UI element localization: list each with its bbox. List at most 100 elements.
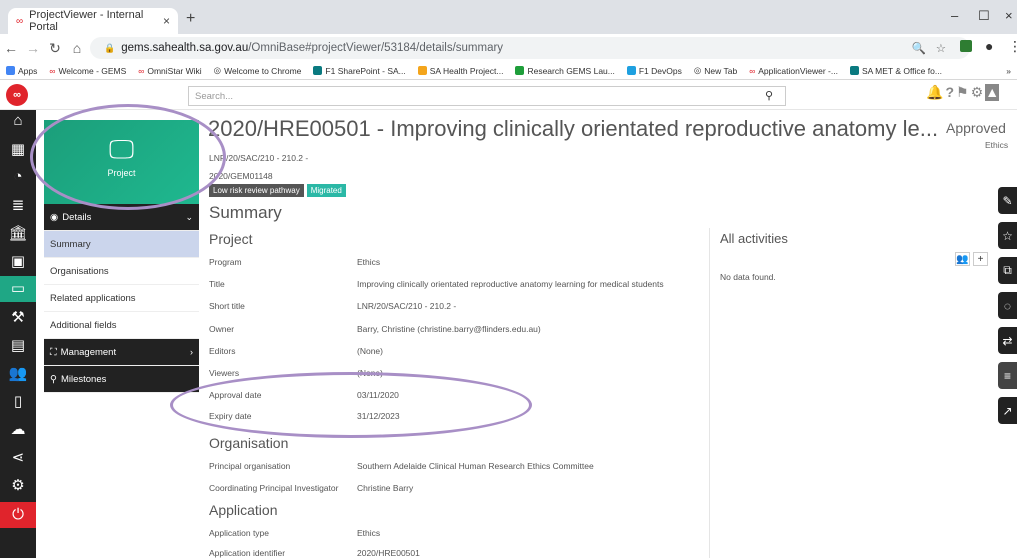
star-float-icon[interactable]: ☆ <box>998 222 1017 249</box>
project-nav-icon[interactable]: ▭ <box>0 276 36 302</box>
menu-related-applications[interactable]: Related applications <box>44 285 199 312</box>
app-logo-icon[interactable]: ∞ <box>6 84 28 106</box>
star-icon[interactable]: ☆ <box>936 41 946 55</box>
menu-milestones[interactable]: ⚲ Milestones <box>44 366 199 393</box>
bookmark-item[interactable]: SA MET & Office fo... <box>844 66 948 76</box>
menu-icon[interactable]: ⋮ <box>1008 38 1017 55</box>
status-sub-label: Ethics <box>985 140 1009 150</box>
home-nav-icon[interactable]: ⌂ <box>0 112 36 129</box>
list-float-icon[interactable]: ≡ <box>998 362 1017 389</box>
browser-toolbar: ← → ↻ ⌂ 🔒 gems.sahealth.sa.gov.au /OmniB… <box>0 34 1017 62</box>
copy-float-icon[interactable]: ⧉ <box>998 257 1017 284</box>
org-row-principal: Principal organisation Southern Adelaide … <box>209 461 594 471</box>
menu-additional-fields[interactable]: Additional fields <box>44 312 199 339</box>
bookmark-item[interactable]: ∞ Welcome - GEMS <box>43 66 132 76</box>
bookmark-item[interactable]: F1 SharePoint - SA... <box>307 66 411 76</box>
bookmarks-bar: Apps ∞ Welcome - GEMS ∞ OmniStar Wiki ◎ Wel… <box>0 62 1017 80</box>
activities-heading: All activities <box>720 231 788 246</box>
url-path: /OmniBase#projectViewer/53184/details/su… <box>248 42 504 54</box>
browser-tab[interactable]: ∞ ProjectViewer - Internal Portal × <box>8 8 178 34</box>
maximize-icon[interactable]: ☐ <box>978 8 990 24</box>
bookmark-item[interactable]: SA Health Project... <box>412 66 510 76</box>
sitemap-icon: ⛶ <box>50 346 57 358</box>
status-label: Approved <box>946 120 1006 136</box>
zoom-icon[interactable]: 🔍 <box>912 41 926 55</box>
project-row-title: Title Improving clinically orientated rep… <box>209 279 664 289</box>
id-card-nav-icon[interactable]: ▤ <box>0 336 36 354</box>
schedule-nav-icon[interactable]: ▣ <box>0 252 36 270</box>
user-avatar-icon[interactable]: ▲ <box>985 84 1000 101</box>
reload-icon[interactable]: ↻ <box>44 40 66 57</box>
left-rail: ⌂ ▦ ◔ ≣ 🏛 ▣ ▭ ⚒ ▤ 👥 ▯ ☁ ⋖ ⚙ ⏻ <box>0 110 36 558</box>
share-nav-icon[interactable]: ⋖ <box>0 448 36 466</box>
dashboard-nav-icon[interactable]: ◔ <box>0 168 36 185</box>
transfer-float-icon[interactable]: ⇄ <box>998 327 1017 354</box>
extension-icon[interactable] <box>960 40 972 52</box>
badges: Low risk review pathway Migrated <box>209 184 346 197</box>
app-row-type: Application type Ethics <box>209 528 381 538</box>
bookmark-item[interactable]: Research GEMS Lau... <box>509 66 620 76</box>
institution-nav-icon[interactable]: 🏛 <box>0 224 36 242</box>
bookmark-item[interactable]: F1 DevOps <box>621 66 688 76</box>
project-row-short-title: Short title LNR/20/SAC/210 - 210.2 - <box>209 301 457 311</box>
settings-nav-icon[interactable]: ⚙ <box>0 476 36 494</box>
list-nav-icon[interactable]: ≣ <box>0 196 36 214</box>
new-tab-button[interactable]: + <box>186 10 195 28</box>
page-title: 2020/HRE00501 - Improving clinically ori… <box>208 116 939 141</box>
power-icon[interactable]: ⏻ <box>0 502 36 528</box>
chevron-down-icon: ⌄ <box>185 211 193 222</box>
annotation-ellipse-tile <box>30 104 226 210</box>
flag-icon[interactable]: ⚑ <box>956 84 969 101</box>
users-nav-icon[interactable]: 👥 <box>0 364 36 382</box>
activity-buttons: 👥 + <box>955 252 988 266</box>
migrated-badge: Migrated <box>306 184 346 197</box>
back-icon[interactable]: ← <box>0 40 22 56</box>
bookmark-item[interactable]: ∞ ApplicationViewer -... <box>743 66 844 76</box>
tab-close-icon[interactable]: × <box>163 14 170 28</box>
marker-icon: ⚲ <box>50 373 57 385</box>
gear-icon[interactable]: ⚙ <box>971 84 984 101</box>
add-user-icon[interactable]: + <box>973 252 988 266</box>
url-domain: gems.sahealth.sa.gov.au <box>121 42 249 54</box>
home-icon[interactable]: ⌂ <box>66 40 88 56</box>
application-heading: Application <box>209 502 278 518</box>
menu-management[interactable]: ⛶ Management › <box>44 339 199 366</box>
bell-icon[interactable]: 🔔 <box>926 84 943 101</box>
group-icon[interactable]: 👥 <box>955 252 970 266</box>
org-row-cpi: Coordinating Principal Investigator Chris… <box>209 483 414 493</box>
project-row-editors: Editors (None) <box>209 346 383 356</box>
bookmark-item[interactable]: ◎ New Tab <box>688 65 743 76</box>
close-window-icon[interactable]: × <box>1005 8 1013 23</box>
collapse-float-icon[interactable]: ↗ <box>998 397 1017 424</box>
lock-icon: 🔒 <box>104 42 116 53</box>
edit-float-icon[interactable]: ✎ <box>998 187 1017 214</box>
bookmarks-overflow[interactable]: » <box>1006 66 1017 76</box>
menu-summary[interactable]: Summary <box>44 231 199 258</box>
search-icon[interactable]: ⚲ <box>765 89 773 102</box>
header-icons: 🔔 ? ⚑ ⚙ ▲ <box>926 84 1000 101</box>
pathway-badge: Low risk review pathway <box>209 184 304 197</box>
organisation-heading: Organisation <box>209 435 289 451</box>
bookmark-item[interactable]: ∞ OmniStar Wiki <box>132 66 207 76</box>
address-bar[interactable]: 🔒 gems.sahealth.sa.gov.au /OmniBase#proj… <box>90 37 970 59</box>
profile-icon[interactable]: ● <box>985 38 993 54</box>
project-row-owner: Owner Barry, Christine (christine.barry@f… <box>209 324 541 334</box>
help-icon[interactable]: ? <box>945 84 954 101</box>
chevron-right-icon: › <box>190 347 193 357</box>
tab-favicon-icon: ∞ <box>16 15 24 27</box>
comment-float-icon[interactable]: ◌ <box>998 292 1017 319</box>
gavel-nav-icon[interactable]: ⚒ <box>0 308 36 326</box>
bookmark-item[interactable]: ◎ Welcome to Chrome <box>208 65 308 76</box>
cloud-nav-icon[interactable]: ☁ <box>0 420 36 438</box>
search-input[interactable]: Search... ⚲ <box>188 86 786 106</box>
minimize-icon[interactable]: – <box>951 8 958 23</box>
menu-organisations[interactable]: Organisations <box>44 258 199 285</box>
divider <box>709 228 710 558</box>
summary-heading: Summary <box>209 203 282 222</box>
project-heading: Project <box>209 231 253 247</box>
document-nav-icon[interactable]: ▯ <box>0 392 36 410</box>
eye-icon: ◉ <box>50 211 59 223</box>
bookmark-apps[interactable]: Apps <box>0 66 43 76</box>
annotation-ellipse-dates <box>170 372 532 438</box>
forward-icon[interactable]: → <box>22 40 44 56</box>
